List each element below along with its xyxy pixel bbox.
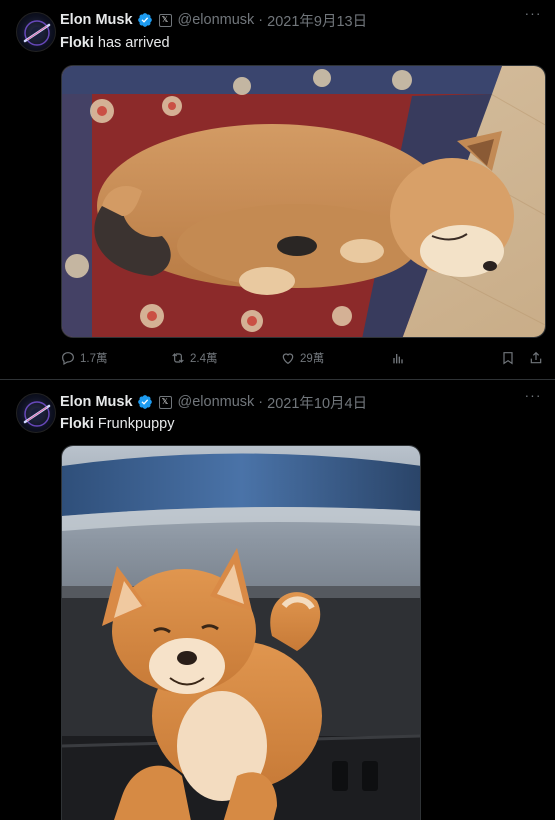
author-handle[interactable]: @elonmusk [178,394,255,410]
author-name[interactable]: Elon Musk [60,394,133,410]
separator-dot: · [258,12,264,28]
avatar[interactable] [16,12,56,52]
more-icon[interactable]: ··· [523,6,543,22]
tweet-image-frunk-puppy[interactable] [61,445,421,820]
tweet[interactable]: Elon Musk 𝕏 @elonmusk · 2021年10月4日 ··· F… [0,381,555,820]
bookmark-button[interactable] [500,347,520,369]
tweet-text-bold: Floki [60,416,94,432]
tweet-actions: 1.7萬 2.4萬 29萬 [60,347,546,369]
verified-badge-icon [137,395,152,409]
tweet-text: Floki has arrived [60,35,170,51]
heart-icon [282,353,294,365]
repost-count: 2.4萬 [190,353,218,365]
share-icon [530,351,542,364]
repost-icon [172,353,184,363]
avatar[interactable] [16,393,56,433]
reply-icon [62,352,74,366]
author-name[interactable]: Elon Musk [60,12,133,28]
like-count: 29萬 [300,353,325,365]
tweet-text-rest: Frunkpuppy [97,416,175,432]
reply-button[interactable]: 1.7萬 [60,347,108,369]
tweet-text: Floki Frunkpuppy [60,416,174,432]
tweet[interactable]: Elon Musk 𝕏 @elonmusk · 2021年9月13日 ··· F… [0,0,555,380]
verified-badge-icon [137,13,152,27]
tweet-image-sleeping-puppy[interactable] [61,65,546,338]
x-affiliate-icon[interactable]: 𝕏 [158,13,172,27]
bookmark-icon [503,352,513,365]
separator-dot: · [258,394,264,410]
share-button[interactable] [528,347,548,369]
reply-count: 1.7萬 [80,353,108,365]
like-button[interactable]: 29萬 [280,347,324,369]
tweet-date[interactable]: 2021年9月13日 [267,10,367,31]
author-handle[interactable]: @elonmusk [178,12,255,28]
tweet-divider [0,379,555,380]
views-icon [393,354,403,364]
tweet-header: Elon Musk 𝕏 @elonmusk · 2021年9月13日 [60,10,367,30]
more-icon[interactable]: ··· [523,388,543,404]
repost-button[interactable]: 2.4萬 [170,347,218,369]
x-affiliate-icon[interactable]: 𝕏 [158,395,172,409]
tweet-header: Elon Musk 𝕏 @elonmusk · 2021年10月4日 [60,392,367,412]
views-button[interactable] [390,347,410,369]
tweet-date[interactable]: 2021年10月4日 [267,392,367,413]
tweet-text-rest: has arrived [97,35,170,51]
tweet-text-bold: Floki [60,35,94,51]
